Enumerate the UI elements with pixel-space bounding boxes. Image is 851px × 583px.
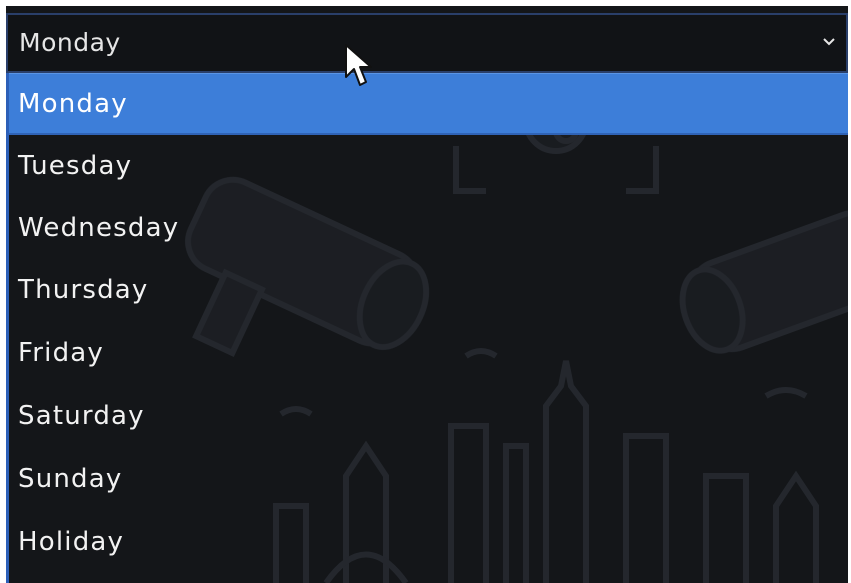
option-tuesday[interactable]: Tuesday [9, 136, 848, 198]
option-label: Wednesday [18, 213, 180, 243]
option-monday[interactable]: Monday [9, 73, 848, 135]
option-friday[interactable]: Friday [9, 323, 848, 385]
option-label: Holiday [18, 527, 125, 557]
mouse-pointer-icon [345, 44, 372, 86]
chevron-down-icon[interactable] [822, 37, 836, 47]
option-sunday[interactable]: Sunday [9, 449, 848, 511]
option-label: Tuesday [18, 151, 133, 181]
select-current-value: Monday [19, 28, 121, 57]
option-label: Sunday [18, 464, 123, 494]
day-dropdown-list: Monday Tuesday Wednesday Thursday Friday… [6, 73, 848, 583]
day-select[interactable]: Monday [6, 13, 848, 73]
option-label: Friday [18, 338, 104, 368]
option-label: Thursday [18, 275, 149, 305]
option-thursday[interactable]: Thursday [9, 260, 848, 322]
dialog-frame: Monday Monday Tuesday Wednesday Thursday… [6, 6, 848, 583]
option-saturday[interactable]: Saturday [9, 386, 848, 448]
option-label: Saturday [18, 401, 145, 431]
option-label: Monday [18, 89, 128, 119]
option-wednesday[interactable]: Wednesday [9, 198, 848, 260]
option-holiday[interactable]: Holiday [9, 512, 848, 574]
